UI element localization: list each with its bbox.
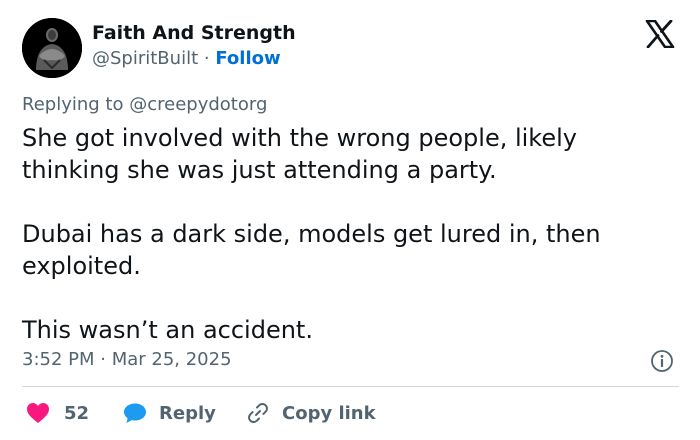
tweet-card: Faith And Strength @SpiritBuilt · Follow… [0, 0, 700, 440]
like-count: 52 [64, 402, 90, 424]
handle-separator: · [203, 48, 210, 69]
reply-button[interactable]: Reply [123, 400, 216, 426]
divider [22, 386, 679, 387]
avatar[interactable] [22, 18, 82, 78]
copy-link-label: Copy link [282, 402, 376, 424]
reply-label: Reply [159, 402, 216, 424]
x-logo-icon[interactable] [645, 19, 675, 49]
link-icon [246, 401, 270, 425]
tweet-text: She got involved with the wrong people, … [22, 122, 672, 346]
info-icon[interactable] [650, 349, 674, 373]
tweet-paragraph: She got involved with the wrong people, … [22, 124, 577, 184]
copy-link-button[interactable]: Copy link [246, 400, 376, 426]
heart-icon [26, 402, 50, 424]
like-button[interactable]: 52 [26, 400, 89, 426]
tweet-paragraph: Dubai has a dark side, models get lured … [22, 220, 601, 280]
tweet-timestamp[interactable]: 3:52 PM · Mar 25, 2025 [22, 349, 232, 370]
tweet-paragraph: This wasn’t an accident. [22, 316, 313, 344]
author-name[interactable]: Faith And Strength [92, 22, 296, 44]
avatar-image [22, 18, 82, 78]
replying-prefix: Replying to [22, 94, 124, 115]
replying-mention[interactable]: @creepydotorg [129, 94, 267, 115]
speech-bubble-icon [123, 402, 147, 424]
replying-to: Replying to @creepydotorg [22, 94, 267, 115]
author-handle-row: @SpiritBuilt · Follow [92, 48, 281, 69]
author-handle[interactable]: @SpiritBuilt [92, 48, 198, 69]
follow-button[interactable]: Follow [215, 48, 280, 69]
